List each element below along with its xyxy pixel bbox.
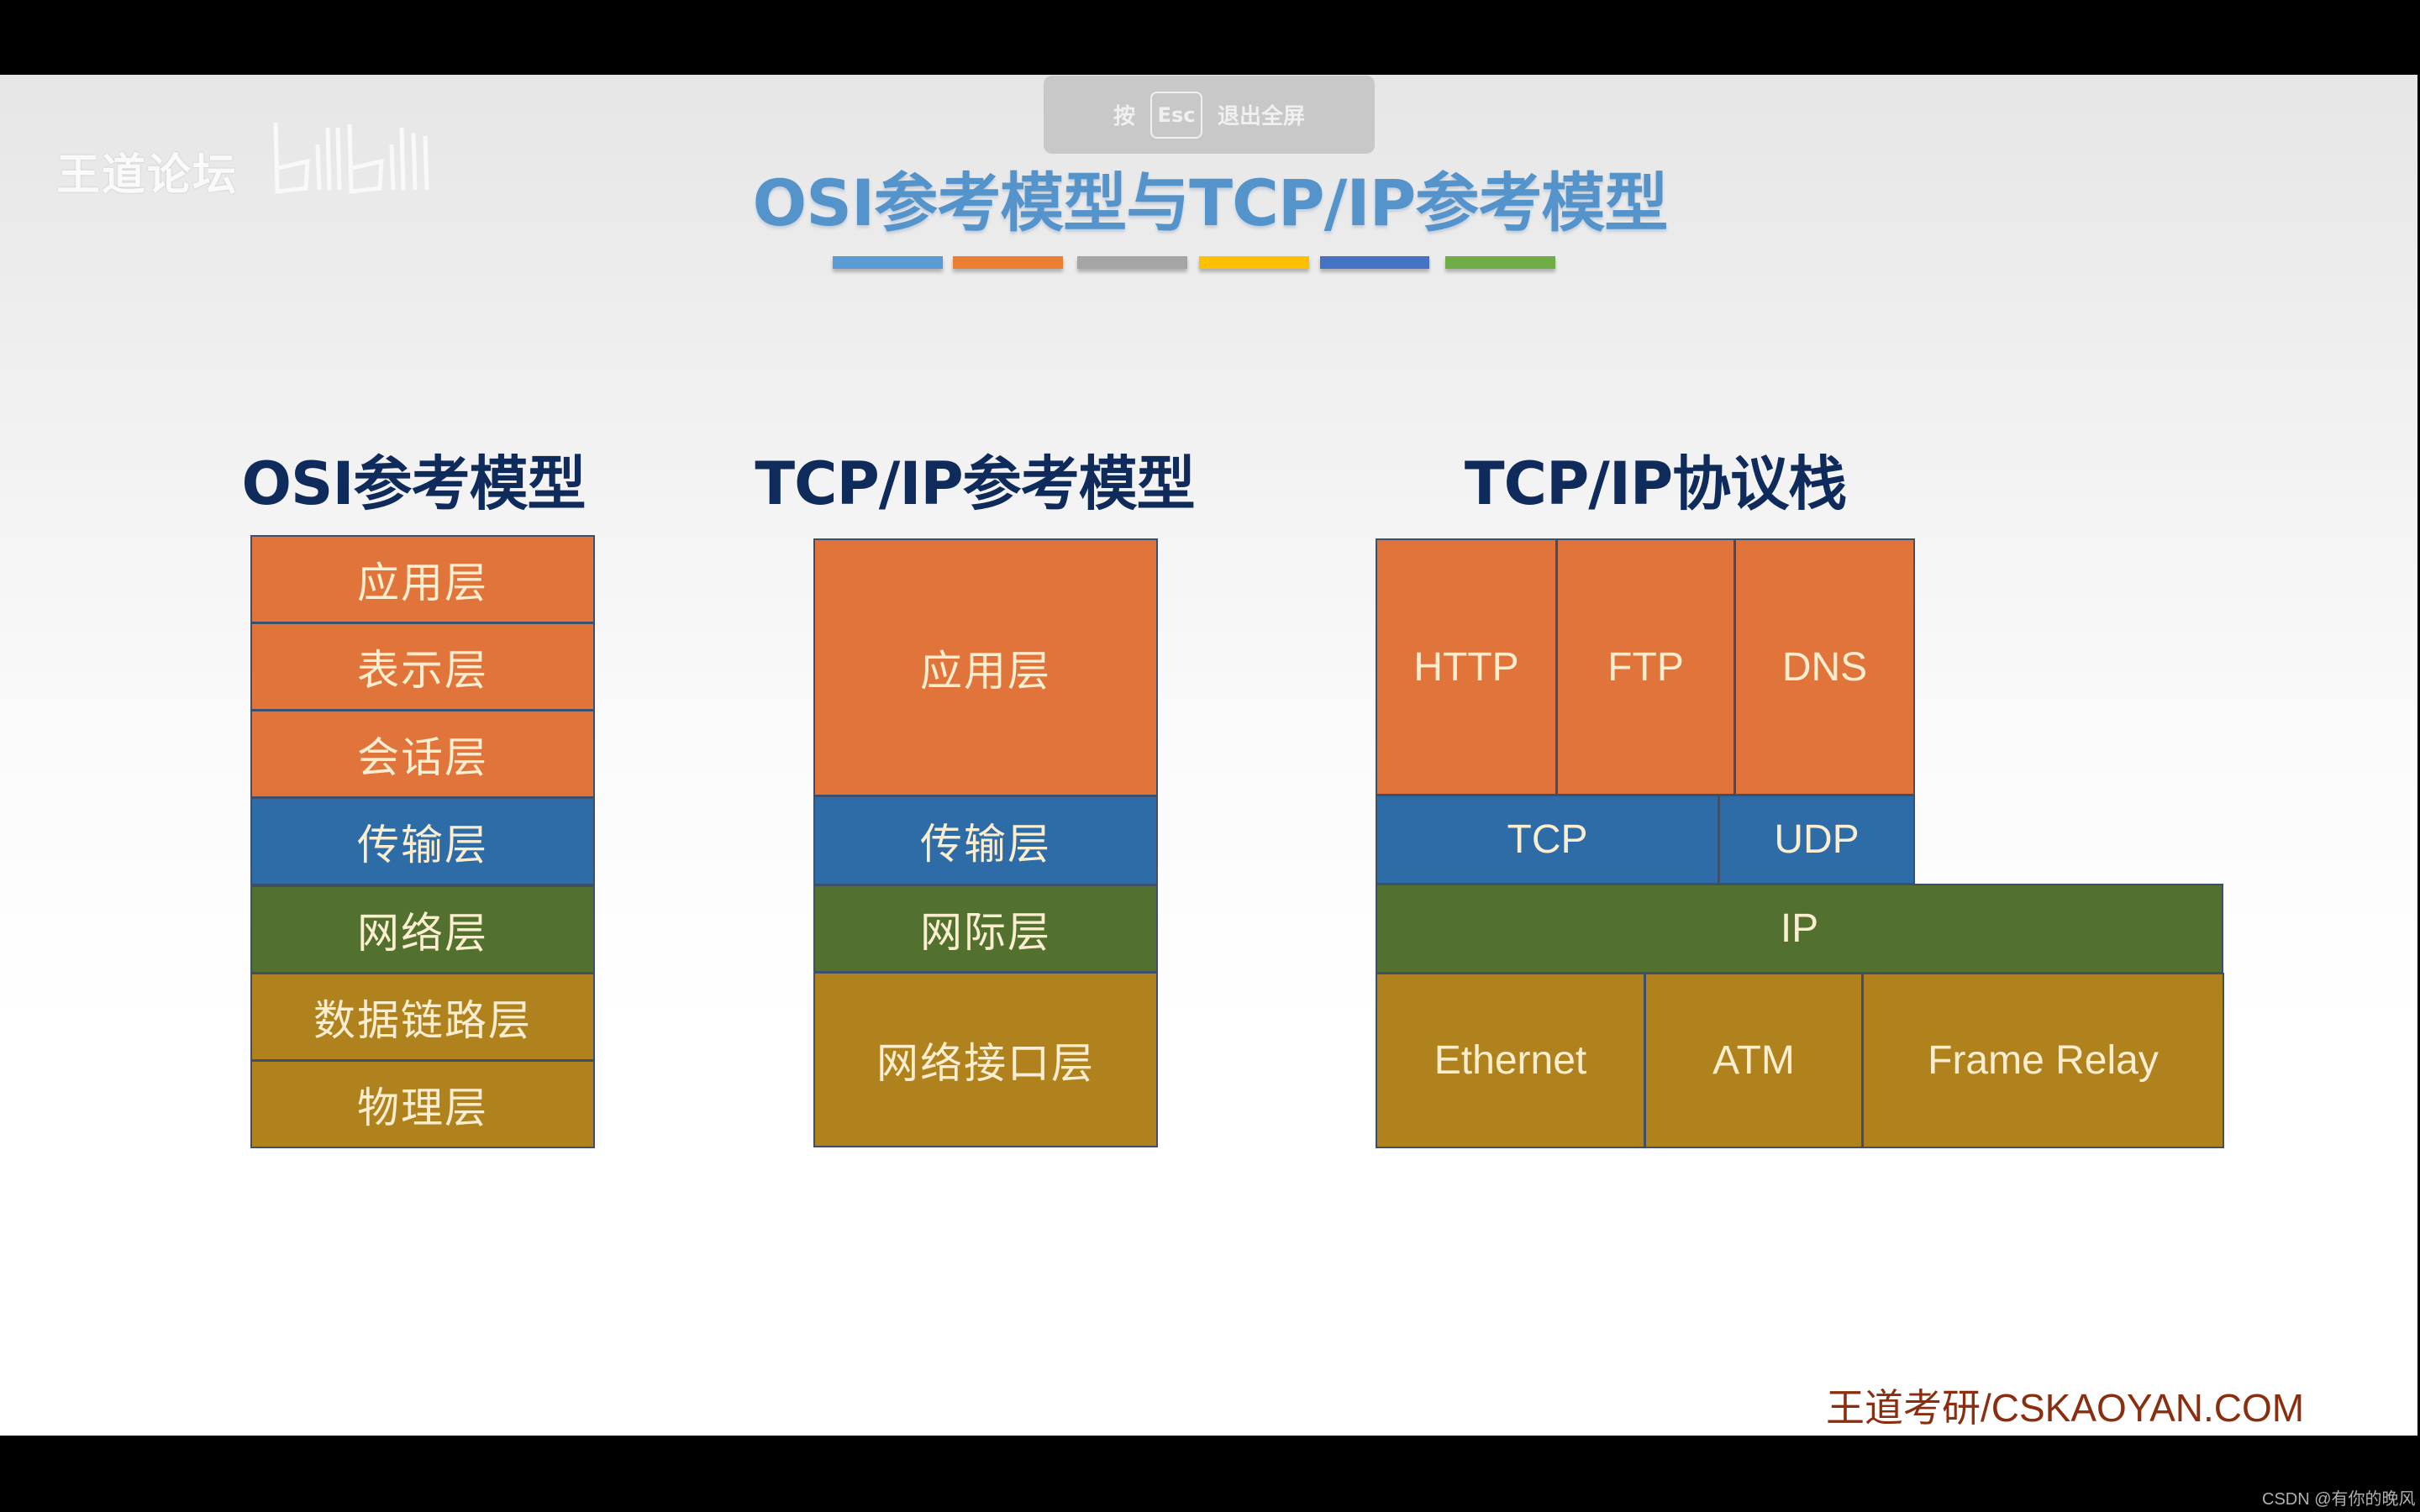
tcpip-layer: 传输层 — [813, 795, 1158, 885]
osi-layer-label: 会话层 — [357, 732, 488, 782]
hint-prefix: 按 — [1113, 104, 1135, 129]
osi-layer-label: 传输层 — [357, 820, 488, 869]
osi-layer-label: 网络层 — [357, 908, 488, 958]
osi-layer: 会话层 — [250, 710, 595, 798]
protocol-ethernet-label: Ethernet — [1434, 1038, 1587, 1083]
protocol-atm-label: ATM — [1712, 1038, 1795, 1083]
osi-layer-label: 物理层 — [357, 1083, 488, 1132]
osi-layer: 应用层 — [250, 535, 595, 623]
accent-bar — [1320, 256, 1429, 269]
osi-layer: 传输层 — [250, 797, 595, 885]
protocol-http-label: HTTP — [1413, 644, 1519, 690]
accent-bar — [1199, 256, 1309, 269]
protocol-ethernet: Ethernet — [1376, 973, 1645, 1148]
protocol-ftp: FTP — [1556, 538, 1735, 795]
protocol-ip: IP — [1376, 884, 2223, 974]
protocol-udp-label: UDP — [1774, 817, 1860, 862]
protocol-tcp-label: TCP — [1507, 817, 1588, 862]
osi-layer: 网络层 — [250, 885, 595, 974]
protocol-udp: UDP — [1718, 795, 1915, 885]
tcpip-layer: 网络接口层 — [813, 972, 1158, 1147]
tcpip-layer: 网际层 — [813, 885, 1158, 973]
accent-bar — [1077, 256, 1187, 269]
slide-title: OSI参考模型与TCP/IP参考模型 — [752, 165, 1669, 240]
tcpip-layer-label: 网络接口层 — [876, 1038, 1095, 1088]
hint-suffix: 退出全屏 — [1218, 104, 1306, 129]
accent-bar — [953, 256, 1063, 269]
tcpip-layer: 应用层 — [813, 538, 1158, 796]
osi-layer: 表示层 — [250, 622, 595, 711]
protocol-dns: DNS — [1734, 538, 1915, 795]
tcpip-layer-label: 网际层 — [920, 907, 1051, 957]
protocol-dns-label: DNS — [1781, 644, 1868, 690]
osi-layer: 数据链路层 — [250, 973, 595, 1061]
osi-layer-label: 数据链路层 — [313, 995, 532, 1045]
protocol-atm: ATM — [1644, 973, 1863, 1148]
protocol-frame-relay: Frame Relay — [1862, 973, 2224, 1148]
protocol-stack-heading: TCP/IP协议栈 — [1464, 449, 1847, 518]
osi-layer: 物理层 — [250, 1060, 595, 1148]
tcpip-model-heading: TCP/IP参考模型 — [755, 449, 1195, 518]
csdn-watermark: CSDN @有你的晚风 — [2262, 1490, 2416, 1509]
fullscreen-exit-hint: 按 Esc 退出全屏 — [1044, 76, 1375, 154]
osi-layer-label: 表示层 — [357, 645, 488, 695]
protocol-tcp: TCP — [1376, 795, 1719, 885]
esc-key-icon: Esc — [1150, 91, 1202, 139]
footer-brand: 王道考研/CSKAOYAN.COM — [1826, 1386, 2305, 1430]
osi-heading: OSI参考模型 — [241, 449, 587, 518]
tcpip-layer-label: 应用层 — [920, 646, 1051, 696]
protocol-http: HTTP — [1376, 538, 1557, 795]
accent-bar — [833, 256, 943, 269]
protocol-ip-label: IP — [1780, 906, 1819, 951]
osi-layer-label: 应用层 — [357, 558, 488, 607]
protocol-frame-relay-label: Frame Relay — [1928, 1038, 2159, 1083]
protocol-ftp-label: FTP — [1607, 644, 1684, 690]
tcpip-layer-label: 传输层 — [920, 819, 1051, 869]
accent-bar — [1445, 256, 1555, 269]
